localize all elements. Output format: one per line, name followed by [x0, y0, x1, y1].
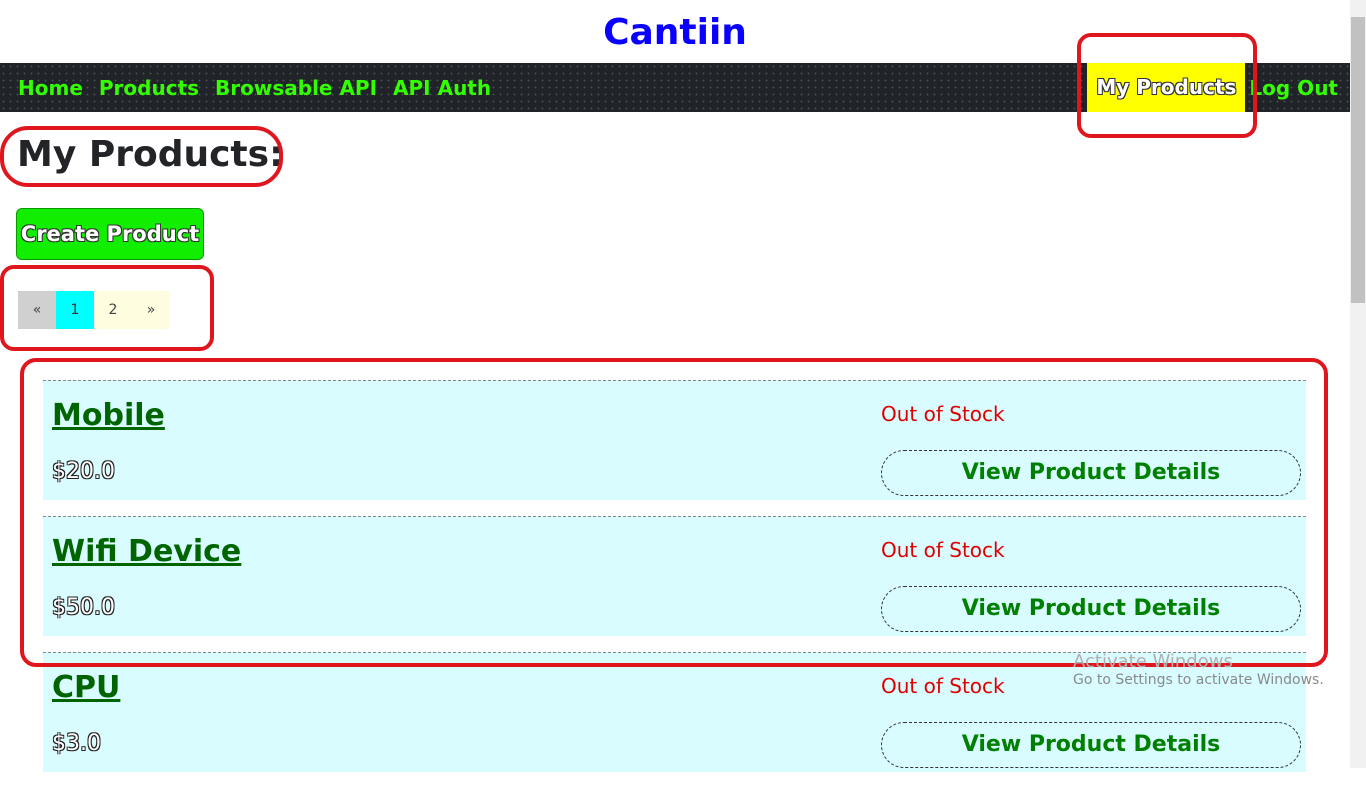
- nav-home-link[interactable]: Home: [10, 76, 91, 100]
- watermark-subtitle: Go to Settings to activate Windows.: [1073, 672, 1324, 688]
- view-product-details-button[interactable]: View Product Details: [881, 450, 1301, 496]
- product-name-link[interactable]: Mobile: [52, 398, 165, 433]
- pagination: « 1 2 »: [18, 291, 170, 329]
- pagination-prev-button[interactable]: «: [18, 291, 56, 329]
- nav-api-auth-link[interactable]: API Auth: [385, 76, 499, 100]
- nav-browsable-api-link[interactable]: Browsable API: [207, 76, 385, 100]
- nav-products-link[interactable]: Products: [91, 76, 207, 100]
- pagination-page-2[interactable]: 2: [94, 291, 132, 329]
- product-price: $3.0: [52, 731, 101, 756]
- view-product-details-button[interactable]: View Product Details: [881, 722, 1301, 768]
- navbar: Home Products Browsable API API Auth My …: [0, 63, 1350, 112]
- site-title: Cantiin: [603, 12, 747, 53]
- product-name-link[interactable]: CPU: [52, 670, 120, 705]
- nav-my-products-link[interactable]: My Products: [1087, 63, 1246, 112]
- stock-status: Out of Stock: [881, 538, 1005, 562]
- nav-logout-link[interactable]: Log Out: [1247, 76, 1340, 100]
- vertical-scrollbar[interactable]: [1350, 0, 1366, 768]
- nav-right-links: My Products Log Out: [1087, 63, 1340, 112]
- product-list: Mobile $20.0 Out of Stock View Product D…: [43, 380, 1306, 788]
- stock-status: Out of Stock: [881, 402, 1005, 426]
- stock-status: Out of Stock: [881, 674, 1005, 698]
- scrollbar-thumb[interactable]: [1351, 17, 1365, 303]
- page-title: My Products:: [17, 134, 284, 175]
- product-price: $20.0: [52, 459, 115, 484]
- view-product-details-button[interactable]: View Product Details: [881, 586, 1301, 632]
- pagination-page-1[interactable]: 1: [56, 291, 94, 329]
- windows-activation-watermark: Activate Windows Go to Settings to activ…: [1073, 651, 1324, 689]
- product-price: $50.0: [52, 595, 115, 620]
- product-card: Mobile $20.0 Out of Stock View Product D…: [43, 380, 1306, 500]
- create-product-button[interactable]: Create Product: [16, 208, 204, 260]
- product-card: Wifi Device $50.0 Out of Stock View Prod…: [43, 516, 1306, 636]
- watermark-title: Activate Windows: [1073, 651, 1233, 672]
- pagination-next-button[interactable]: »: [132, 291, 170, 329]
- nav-left-links: Home Products Browsable API API Auth: [10, 63, 499, 112]
- product-name-link[interactable]: Wifi Device: [52, 534, 241, 569]
